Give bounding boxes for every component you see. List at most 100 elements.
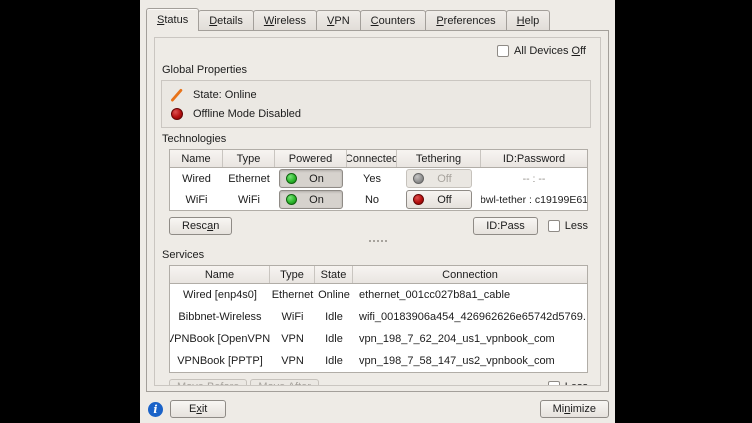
table-cell: WiFi [170,194,223,206]
table-cell: Off [397,190,481,209]
services-button-row: Move Before Move After Less [169,379,588,386]
column-header-name[interactable]: Name [170,266,270,283]
technologies-button-row: Rescan ID:Pass Less [169,217,588,235]
tab-counters[interactable]: Counters [360,10,427,30]
checkbox-box [548,220,560,232]
service-row[interactable]: Bibbnet-WirelessWiFiIdlewifi_00183906a45… [170,306,587,328]
table-cell: VPNBook [OpenVPN] [170,333,270,345]
table-cell: No [347,194,397,206]
splitter-handle[interactable] [161,238,594,244]
technology-row: WiredEthernet On Yes Off -- : -- [170,168,587,189]
technologies-label: Technologies [162,133,594,145]
table-cell: vpn_198_7_62_204_us1_vpnbook_com [353,333,587,345]
technologies-less-checkbox[interactable]: Less [548,220,588,232]
table-cell: VPN [270,333,315,345]
table-cell: Wired [enp4s0] [170,289,270,301]
table-cell: On [275,169,347,188]
toggle-label: On [297,194,336,206]
tethering-toggle-button[interactable]: Off [406,190,472,209]
info-icon[interactable]: i [148,402,163,417]
column-header-name[interactable]: Name [170,150,223,167]
column-header-type[interactable]: Type [270,266,315,283]
global-property-row: Offline Mode Disabled [170,104,582,123]
move-after-button[interactable]: Move After [250,379,319,386]
table-cell: WiFi [270,311,315,323]
table-cell: vpn_198_7_58_147_us2_vpnbook_com [353,355,587,367]
table-cell: VPNBook [PPTP] [170,355,270,367]
tab-vpn[interactable]: VPN [316,10,361,30]
services-less-checkbox[interactable]: Less [548,381,588,386]
checkbox-box [497,45,509,57]
table-cell: Ethernet [270,289,315,301]
table-cell: WiFi [223,194,275,206]
table-cell: Ethernet [223,173,275,185]
green-led-icon [286,194,297,205]
services-label: Services [162,249,594,261]
column-header-id-password[interactable]: ID:Password [481,150,587,167]
state-pen-icon [170,88,184,102]
status-tab-panel: All Devices Off Global Properties State:… [146,30,609,392]
toggle-label: On [297,173,336,185]
all-devices-row: All Devices Off [161,42,594,59]
table-cell: On [275,190,347,209]
service-row[interactable]: VPNBook [PPTP]VPNIdlevpn_198_7_58_147_us… [170,350,587,372]
status-form-frame: All Devices Off Global Properties State:… [154,37,601,386]
technology-row: WiFiWiFi On No Off bwl-tether : c19199E61 [170,189,587,210]
table-cell: wifi_00183906a454_426962626e65742d5769..… [353,311,587,323]
tab-status[interactable]: Status [146,8,199,31]
table-cell: Idle [315,355,353,367]
offline-led-icon [170,107,184,121]
tab-preferences[interactable]: Preferences [425,10,506,30]
all-devices-off-label: All Devices Off [514,45,586,57]
toggle-label: Off [424,173,465,185]
gray-led-icon [413,173,424,184]
green-led-icon [286,173,297,184]
column-header-connection[interactable]: Connection [353,266,587,283]
global-properties-box: State: Online Offline Mode Disabled [161,80,591,128]
red-led-icon [413,194,424,205]
idpass-button[interactable]: ID:Pass [473,217,538,235]
service-row[interactable]: Wired [enp4s0]EthernetOnlineethernet_001… [170,284,587,306]
column-header-connected[interactable]: Connected [347,150,397,167]
table-cell: ethernet_001cc027b8a1_cable [353,289,587,301]
tab-details[interactable]: Details [198,10,254,30]
service-row[interactable]: VPNBook [OpenVPN]VPNIdlevpn_198_7_62_204… [170,328,587,350]
move-before-button[interactable]: Move Before [169,379,247,386]
column-header-state[interactable]: State [315,266,353,283]
connman-manager-window: StatusDetailsWirelessVPNCountersPreferen… [140,0,615,423]
services-less-label: Less [565,381,588,386]
column-header-type[interactable]: Type [223,150,275,167]
tethering-toggle-button[interactable]: Off [406,169,472,188]
tab-wireless[interactable]: Wireless [253,10,317,30]
all-devices-off-checkbox[interactable]: All Devices Off [497,45,586,57]
table-header-row: NameTypeStateConnection [170,266,587,284]
services-table: NameTypeStateConnectionWired [enp4s0]Eth… [169,265,588,373]
powered-toggle-button[interactable]: On [279,190,343,209]
technologies-table: NameTypePoweredConnectedTetheringID:Pass… [169,149,588,211]
column-header-tethering[interactable]: Tethering [397,150,481,167]
minimize-button[interactable]: Minimize [540,400,609,418]
powered-toggle-button[interactable]: On [279,169,343,188]
exit-button[interactable]: Exit [170,400,226,418]
splitter-dots [369,240,371,242]
column-header-powered[interactable]: Powered [275,150,347,167]
table-cell: Off [397,169,481,188]
table-cell: Idle [315,311,353,323]
table-cell: Yes [347,173,397,185]
tab-help[interactable]: Help [506,10,551,30]
table-cell: bwl-tether : c19199E61 [481,194,587,206]
global-properties-label: Global Properties [162,64,594,76]
tab-bar: StatusDetailsWirelessVPNCountersPreferen… [140,0,615,30]
global-property-text: State: Online [193,89,257,101]
table-cell: Wired [170,173,223,185]
table-cell: Online [315,289,353,301]
table-cell: -- : -- [481,173,587,185]
table-cell: Bibbnet-Wireless [170,311,270,323]
table-cell: Idle [315,333,353,345]
global-property-text: Offline Mode Disabled [193,108,301,120]
rescan-button[interactable]: Rescan [169,217,232,235]
toggle-label: Off [424,194,465,206]
global-property-row: State: Online [170,85,582,104]
red-led-icon [171,108,183,120]
checkbox-box [548,381,560,386]
